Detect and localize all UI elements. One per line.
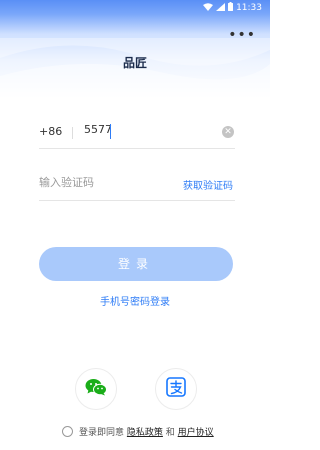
agreement-row: 登录即同意 隐私政策 和 用户协议 <box>62 425 252 438</box>
password-login-link[interactable]: 手机号密码登录 <box>0 293 270 308</box>
alipay-icon <box>166 377 186 401</box>
more-options-button[interactable]: ••• <box>228 27 256 43</box>
more-icon: ••• <box>228 27 256 43</box>
agreement-and: 和 <box>165 428 175 438</box>
wifi-icon <box>203 2 214 14</box>
phone-row: +86 ✕ <box>39 120 235 149</box>
status-icons: 11:33 <box>203 2 262 14</box>
clear-icon[interactable]: ✕ <box>222 126 234 138</box>
battery-icon <box>228 2 234 14</box>
alipay-login-button[interactable] <box>155 368 197 410</box>
agreement-checkbox[interactable] <box>62 426 73 437</box>
privacy-policy-link[interactable]: 隐私政策 <box>127 428 163 438</box>
wechat-login-button[interactable] <box>75 368 117 410</box>
country-code[interactable]: +86 <box>39 125 62 138</box>
status-bar: 11:33 <box>0 0 270 14</box>
login-button[interactable]: 登录 <box>39 247 233 281</box>
app-title: 品匠 <box>122 56 147 70</box>
signal-icon <box>216 2 226 14</box>
divider <box>72 127 73 139</box>
login-screen: 11:33 ••• 品匠 +86 ✕ 获取验证码 登录 手机号密码登录 <box>0 0 270 450</box>
verification-code-input[interactable] <box>39 176 159 189</box>
wechat-icon <box>85 378 107 400</box>
text-cursor <box>110 124 111 139</box>
phone-input[interactable] <box>84 123 204 136</box>
get-code-button[interactable]: 获取验证码 <box>183 177 233 192</box>
agreement-prefix: 登录即同意 <box>79 428 125 438</box>
status-time: 11:33 <box>236 3 262 13</box>
verification-code-row: 获取验证码 <box>39 172 235 201</box>
user-agreement-link[interactable]: 用户协议 <box>178 428 214 438</box>
